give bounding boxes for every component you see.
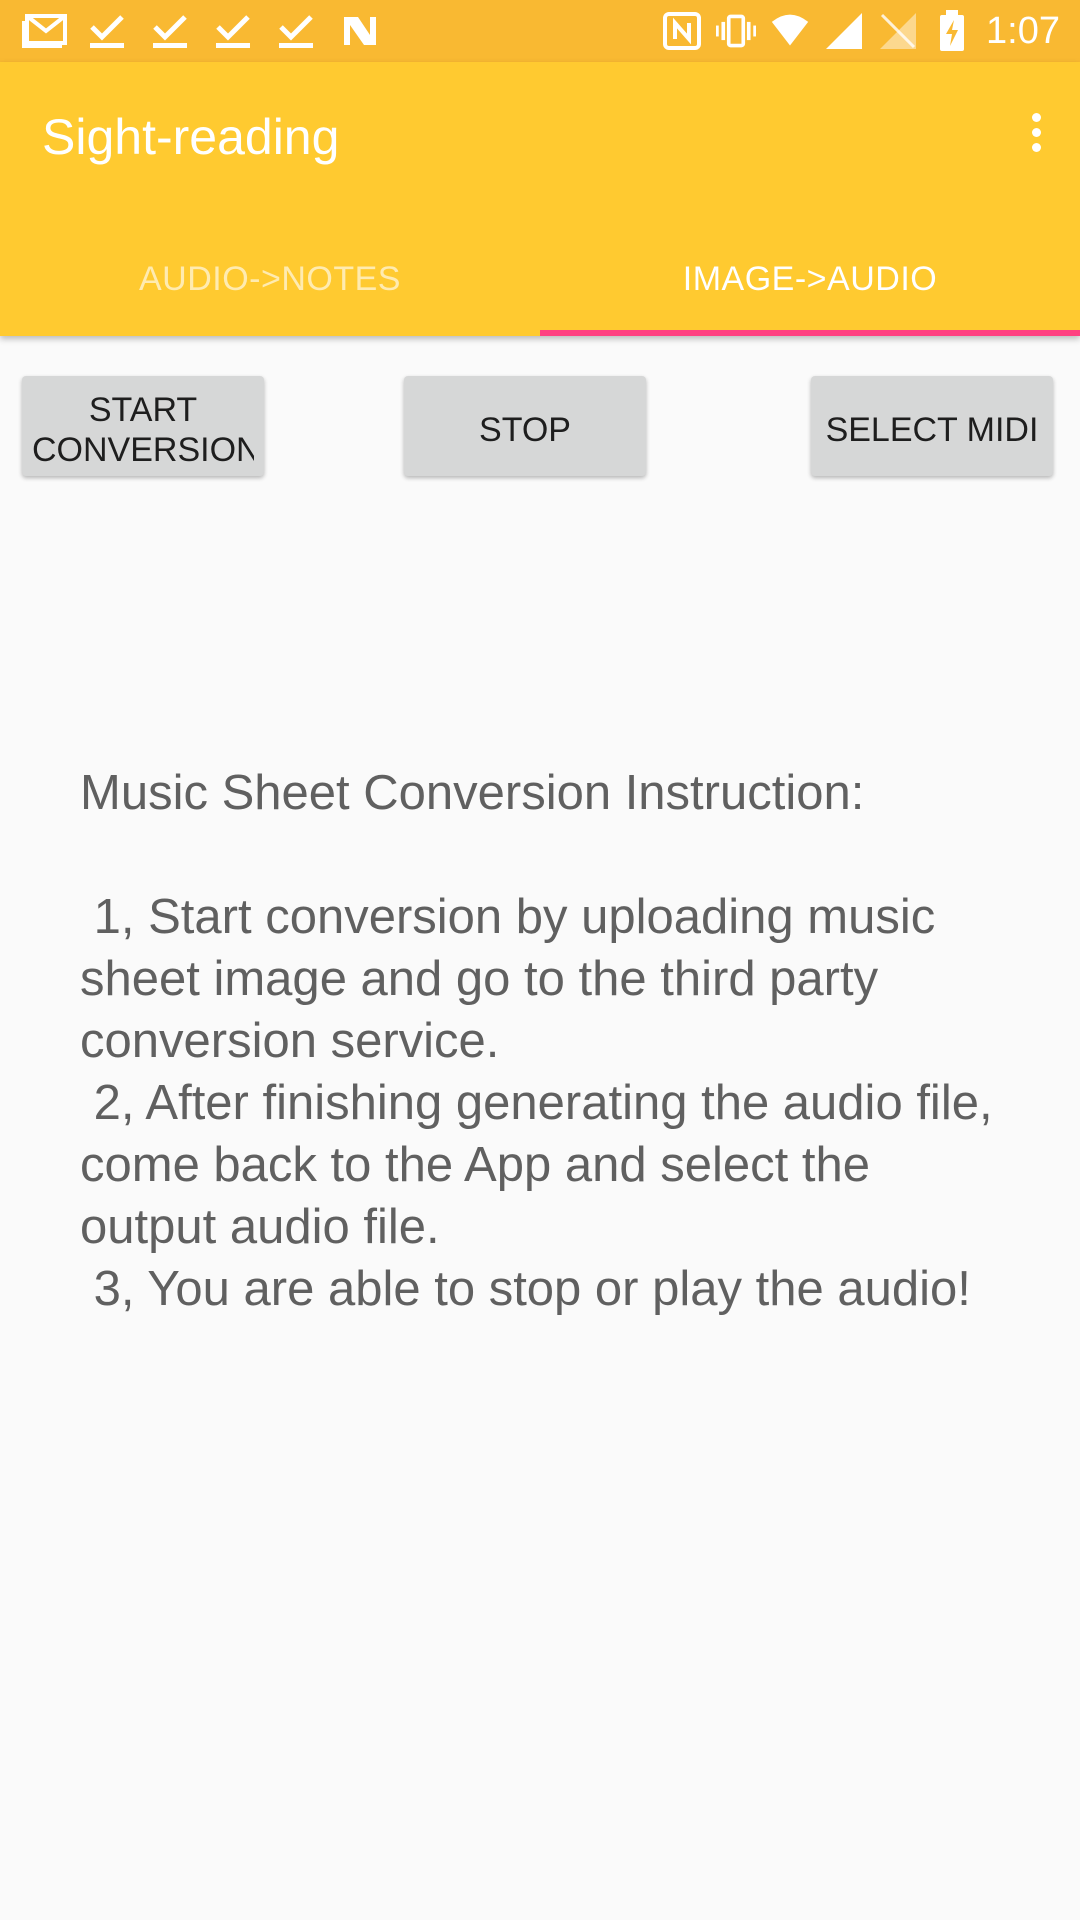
- vibrate-icon: [716, 11, 757, 51]
- stop-button[interactable]: STOP: [404, 376, 646, 476]
- check-icon: [274, 11, 320, 51]
- check-icon: [85, 11, 131, 51]
- wifi-icon: [770, 11, 810, 51]
- notification-icons: [22, 11, 400, 51]
- app-title: Sight-reading: [42, 109, 340, 165]
- tab-audio-notes[interactable]: AUDIO->NOTES: [0, 222, 540, 336]
- no-signal-icon: [878, 11, 918, 51]
- tab-image-audio-label: IMAGE->AUDIO: [682, 259, 938, 298]
- status-bar: 1:07: [0, 0, 1080, 62]
- check-icon: [211, 11, 257, 51]
- nfc-icon: [662, 11, 702, 51]
- start-conversion-button[interactable]: START CONVERSION: [22, 376, 264, 476]
- system-icons: 1:07: [648, 10, 1060, 53]
- status-clock: 1:07: [986, 9, 1060, 52]
- signal-icon: [824, 11, 864, 51]
- battery-charging-icon: [932, 10, 972, 51]
- n-icon: [337, 11, 383, 51]
- tab-bar: AUDIO->NOTES IMAGE->AUDIO: [0, 222, 1080, 336]
- tab-indicator: [540, 330, 1080, 336]
- tab-image-audio[interactable]: IMAGE->AUDIO: [540, 222, 1080, 336]
- instructions-text: Music Sheet Conversion Instruction: 1, S…: [80, 766, 993, 1316]
- start-conversion-label: START CONVERSION: [32, 391, 254, 469]
- gmail-icon: [22, 11, 68, 51]
- check-icon: [148, 11, 194, 51]
- select-midi-label: SELECT MIDI: [825, 411, 1039, 449]
- select-midi-button[interactable]: SELECT MIDI: [811, 376, 1053, 476]
- stop-label: STOP: [479, 411, 571, 449]
- more-vert-icon[interactable]: [1014, 102, 1058, 162]
- app-bar: Sight-reading AUDIO->NOTES IMAGE->AUDIO: [0, 62, 1080, 336]
